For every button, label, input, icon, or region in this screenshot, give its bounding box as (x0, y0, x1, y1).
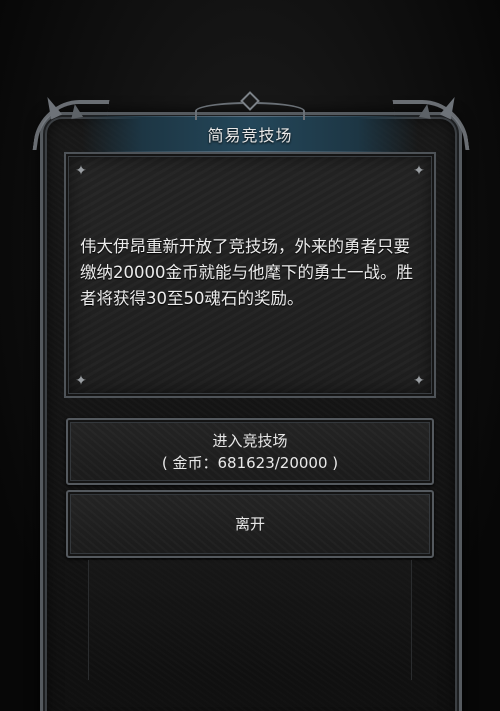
gold-cost-text: ( 金币：681623/20000 ) (161, 453, 339, 472)
sparkle-icon: ✦ (413, 373, 425, 389)
sparkle-icon: ✦ (75, 373, 87, 389)
leave-label: 离开 (234, 515, 265, 533)
dialog-message: 伟大伊昂重新开放了竞技场，外来的勇者只要缴纳20000金币就能与他麾下的勇士一战… (80, 237, 413, 308)
frame-spike-icon (418, 103, 434, 119)
sparkle-icon: ✦ (75, 163, 87, 179)
dialog-empty-area (88, 560, 412, 680)
dialog-title: 简易竞技场 (207, 126, 293, 145)
message-panel: ✦ ✦ ✦ ✦ 伟大伊昂重新开放了竞技场，外来的勇者只要缴纳20000金币就能与… (64, 152, 436, 398)
sparkle-icon: ✦ (413, 163, 425, 179)
enter-arena-label: 进入竞技场 (212, 431, 288, 450)
dialog-title-bar: 简易竞技场 (82, 102, 418, 152)
leave-button[interactable]: 离开 (66, 490, 434, 558)
frame-spike-icon (68, 103, 84, 119)
enter-arena-button[interactable]: 进入竞技场 ( 金币：681623/20000 ) (66, 418, 434, 485)
title-ornament-icon (195, 102, 305, 120)
